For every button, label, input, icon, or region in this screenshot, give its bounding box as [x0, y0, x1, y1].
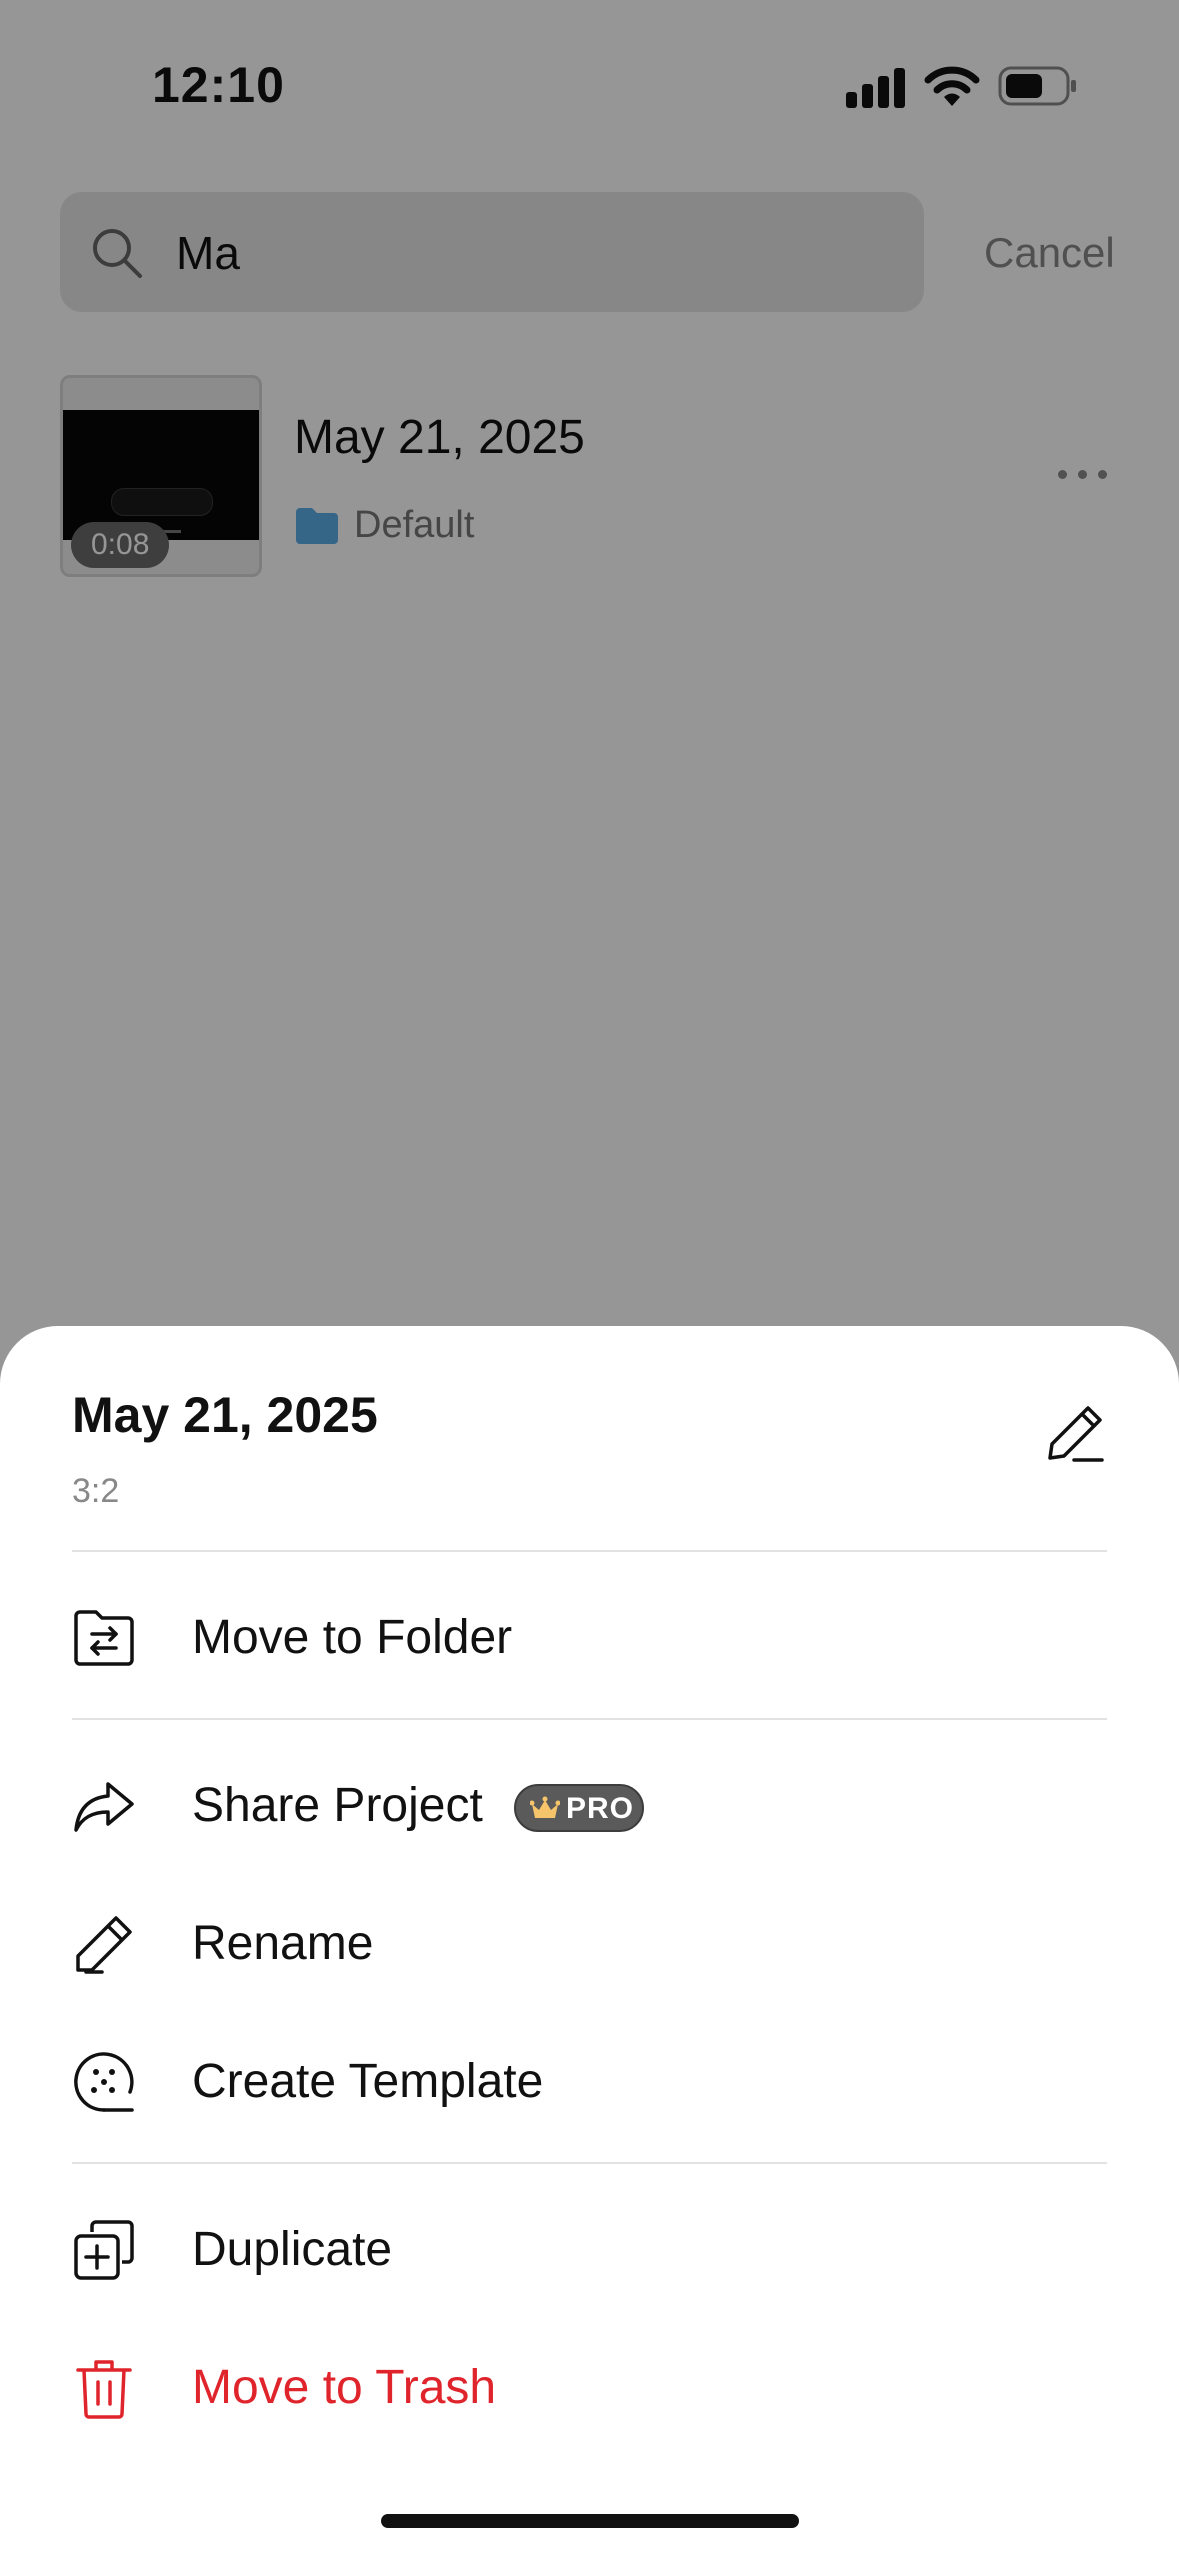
folder-move-icon — [74, 1610, 134, 1666]
trash-icon — [76, 2360, 132, 2419]
template-icon — [74, 2052, 134, 2112]
pencil-icon[interactable] — [1044, 1402, 1106, 1464]
sheet-title: May 21, 2025 — [72, 1387, 378, 1443]
share-arrow-icon — [74, 1782, 134, 1832]
pencil-icon — [76, 1916, 132, 1974]
share-project-item[interactable]: Share Project PRO — [72, 1754, 1107, 1854]
home-indicator — [381, 2514, 799, 2528]
share-project-label: Share Project — [192, 1779, 483, 1832]
crown-icon — [530, 1796, 560, 1818]
move-to-trash-label: Move to Trash — [192, 2361, 497, 2414]
duplicate-icon — [74, 2220, 134, 2280]
divider — [72, 1718, 1107, 1720]
pro-badge: PRO — [514, 1784, 644, 1832]
aspect-ratio-label: 3:2 — [72, 1472, 120, 1510]
divider — [72, 2162, 1107, 2164]
rename-item[interactable]: Rename — [72, 1892, 1107, 1992]
rename-label: Rename — [192, 1917, 374, 1970]
create-template-item[interactable]: Create Template — [72, 2030, 1107, 2130]
duplicate-label: Duplicate — [192, 2223, 393, 2276]
duplicate-item[interactable]: Duplicate — [72, 2198, 1107, 2298]
divider — [72, 1550, 1107, 1552]
move-to-folder-item[interactable]: Move to Folder — [72, 1586, 1107, 1686]
move-to-trash-item[interactable]: Move to Trash — [72, 2336, 1107, 2436]
action-sheet: May 21, 2025 3:2 Move to Folder Share Pr… — [0, 1326, 1179, 2556]
pro-badge-label: PRO — [566, 1792, 635, 1825]
move-to-folder-label: Move to Folder — [192, 1611, 513, 1664]
create-template-label: Create Template — [192, 2055, 544, 2108]
